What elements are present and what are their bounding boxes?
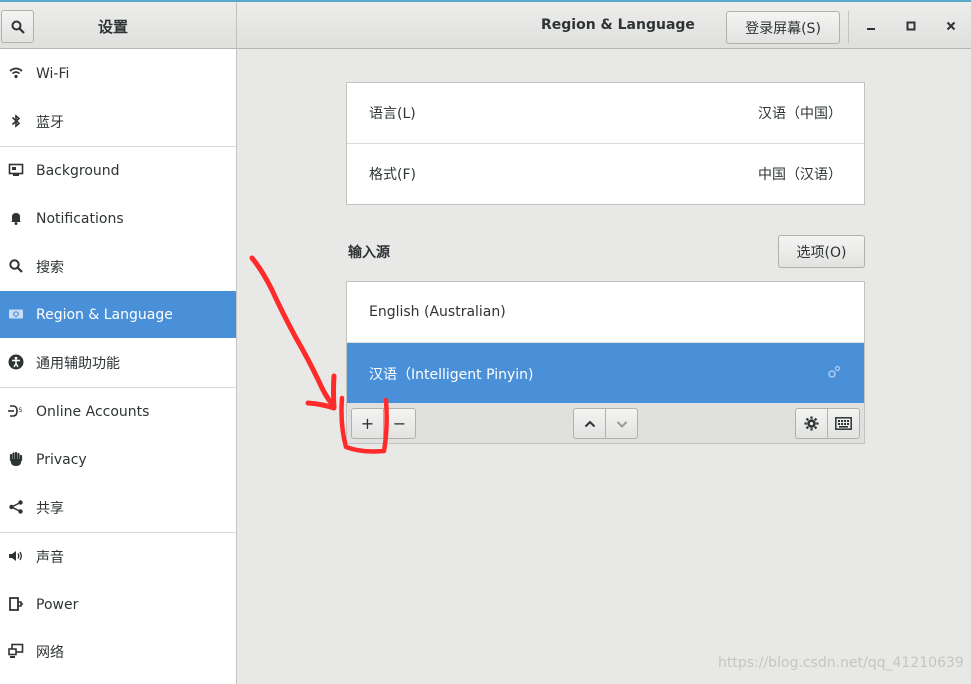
sidebar-item-accessibility[interactable]: 通用辅助功能	[0, 339, 236, 386]
app-title: 设置	[98, 18, 129, 36]
region-flag-icon	[8, 306, 24, 322]
sidebar-item-label: 共享	[36, 500, 64, 517]
svg-text:S: S	[19, 407, 23, 414]
input-sources-title: 输入源	[348, 245, 390, 261]
sidebar-item-online-accounts[interactable]: S Online Accounts	[0, 388, 236, 435]
sidebar-item-label: 声音	[36, 549, 64, 566]
sidebar-item-label: 搜索	[36, 259, 64, 276]
sidebar-item-power[interactable]: Power	[0, 581, 236, 628]
chevron-down-icon	[616, 420, 627, 428]
sidebar-item-label: Notifications	[36, 210, 124, 227]
move-down-button[interactable]	[605, 408, 638, 439]
close-icon	[946, 21, 956, 31]
gear-icon	[804, 416, 819, 431]
keyboard-icon	[835, 417, 852, 430]
input-source-label: English (Australian)	[369, 304, 506, 320]
sidebar-item-notifications[interactable]: Notifications	[0, 195, 236, 242]
sidebar-item-bluetooth[interactable]: 蓝牙	[0, 98, 236, 145]
sidebar-item-label: 蓝牙	[36, 114, 64, 131]
wifi-icon	[8, 65, 24, 81]
move-up-button[interactable]	[573, 408, 606, 439]
sidebar-item-sound[interactable]: 声音	[0, 533, 236, 580]
input-options-button[interactable]: 选项(O)	[778, 235, 865, 268]
accessibility-icon	[8, 354, 24, 370]
language-label: 语言(L)	[369, 106, 416, 122]
bell-icon	[8, 210, 24, 226]
keyboard-layout-button[interactable]	[827, 408, 860, 439]
sidebar-item-sharing[interactable]: 共享	[0, 484, 236, 531]
search-icon	[11, 20, 25, 34]
header-left-section: 设置	[0, 2, 237, 49]
watermark: https://blog.csdn.net/qq_41210639	[718, 655, 964, 671]
search-button[interactable]	[1, 10, 34, 43]
input-source-item[interactable]: English (Australian)	[347, 282, 864, 342]
sidebar-item-label: Power	[36, 596, 79, 613]
minimize-button[interactable]	[859, 14, 883, 38]
sidebar-item-search[interactable]: 搜索	[0, 243, 236, 290]
header-separator	[848, 11, 849, 43]
input-source-settings-button[interactable]	[795, 408, 828, 439]
sidebar-item-label: 通用辅助功能	[36, 355, 120, 372]
add-input-source-button[interactable]: +	[351, 408, 384, 439]
sidebar-item-privacy[interactable]: Privacy	[0, 436, 236, 483]
page-title: Region & Language	[541, 17, 695, 33]
format-row[interactable]: 格式(F) 中国（汉语）	[347, 144, 864, 204]
maximize-icon	[906, 21, 916, 31]
format-value: 中国（汉语）	[758, 167, 842, 183]
format-label: 格式(F)	[369, 167, 416, 183]
share-icon	[8, 499, 24, 515]
input-sources-list: English (Australian) 汉语（Intelligent Piny…	[346, 281, 865, 404]
search-icon	[8, 258, 24, 274]
sidebar-item-label: Background	[36, 162, 120, 179]
speaker-icon	[8, 548, 24, 564]
chevron-up-icon	[584, 420, 595, 427]
login-screen-button[interactable]: 登录屏幕(S)	[726, 11, 840, 44]
language-value: 汉语（中国）	[758, 106, 842, 122]
bluetooth-icon	[8, 113, 24, 129]
remove-input-source-button[interactable]: −	[383, 408, 416, 439]
input-sources-toolbar: + −	[346, 403, 865, 444]
sidebar-item-network[interactable]: 网络	[0, 628, 236, 675]
input-source-label: 汉语（Intelligent Pinyin)	[369, 366, 534, 383]
online-accounts-icon: S	[8, 403, 24, 419]
settings-gear-icon[interactable]	[826, 364, 842, 384]
hand-icon	[8, 451, 24, 467]
input-source-item-selected[interactable]: 汉语（Intelligent Pinyin)	[347, 343, 864, 404]
sidebar-item-wifi[interactable]: Wi-Fi	[0, 50, 236, 97]
sidebar: Wi-Fi 蓝牙 Background Notifications 搜索 Reg…	[0, 49, 237, 684]
sidebar-item-label: Privacy	[36, 451, 87, 468]
main-content: 语言(L) 汉语（中国） 格式(F) 中国（汉语） 输入源 选项(O) Engl…	[237, 49, 971, 684]
sidebar-item-label: Region & Language	[36, 306, 173, 323]
network-icon	[8, 643, 24, 659]
maximize-button[interactable]	[899, 14, 923, 38]
sidebar-item-label: 网络	[36, 644, 64, 661]
sidebar-item-region-language[interactable]: Region & Language	[0, 291, 236, 338]
power-icon	[8, 596, 24, 612]
minimize-icon	[867, 28, 875, 30]
header-bar: 设置 Region & Language 登录屏幕(S)	[0, 0, 971, 49]
sidebar-item-background[interactable]: Background	[0, 147, 236, 194]
sidebar-item-label: Online Accounts	[36, 403, 150, 420]
language-format-panel: 语言(L) 汉语（中国） 格式(F) 中国（汉语）	[346, 82, 865, 205]
sidebar-item-label: Wi-Fi	[36, 65, 70, 82]
background-icon	[8, 162, 24, 178]
language-row[interactable]: 语言(L) 汉语（中国）	[347, 83, 864, 143]
close-button[interactable]	[939, 14, 963, 38]
